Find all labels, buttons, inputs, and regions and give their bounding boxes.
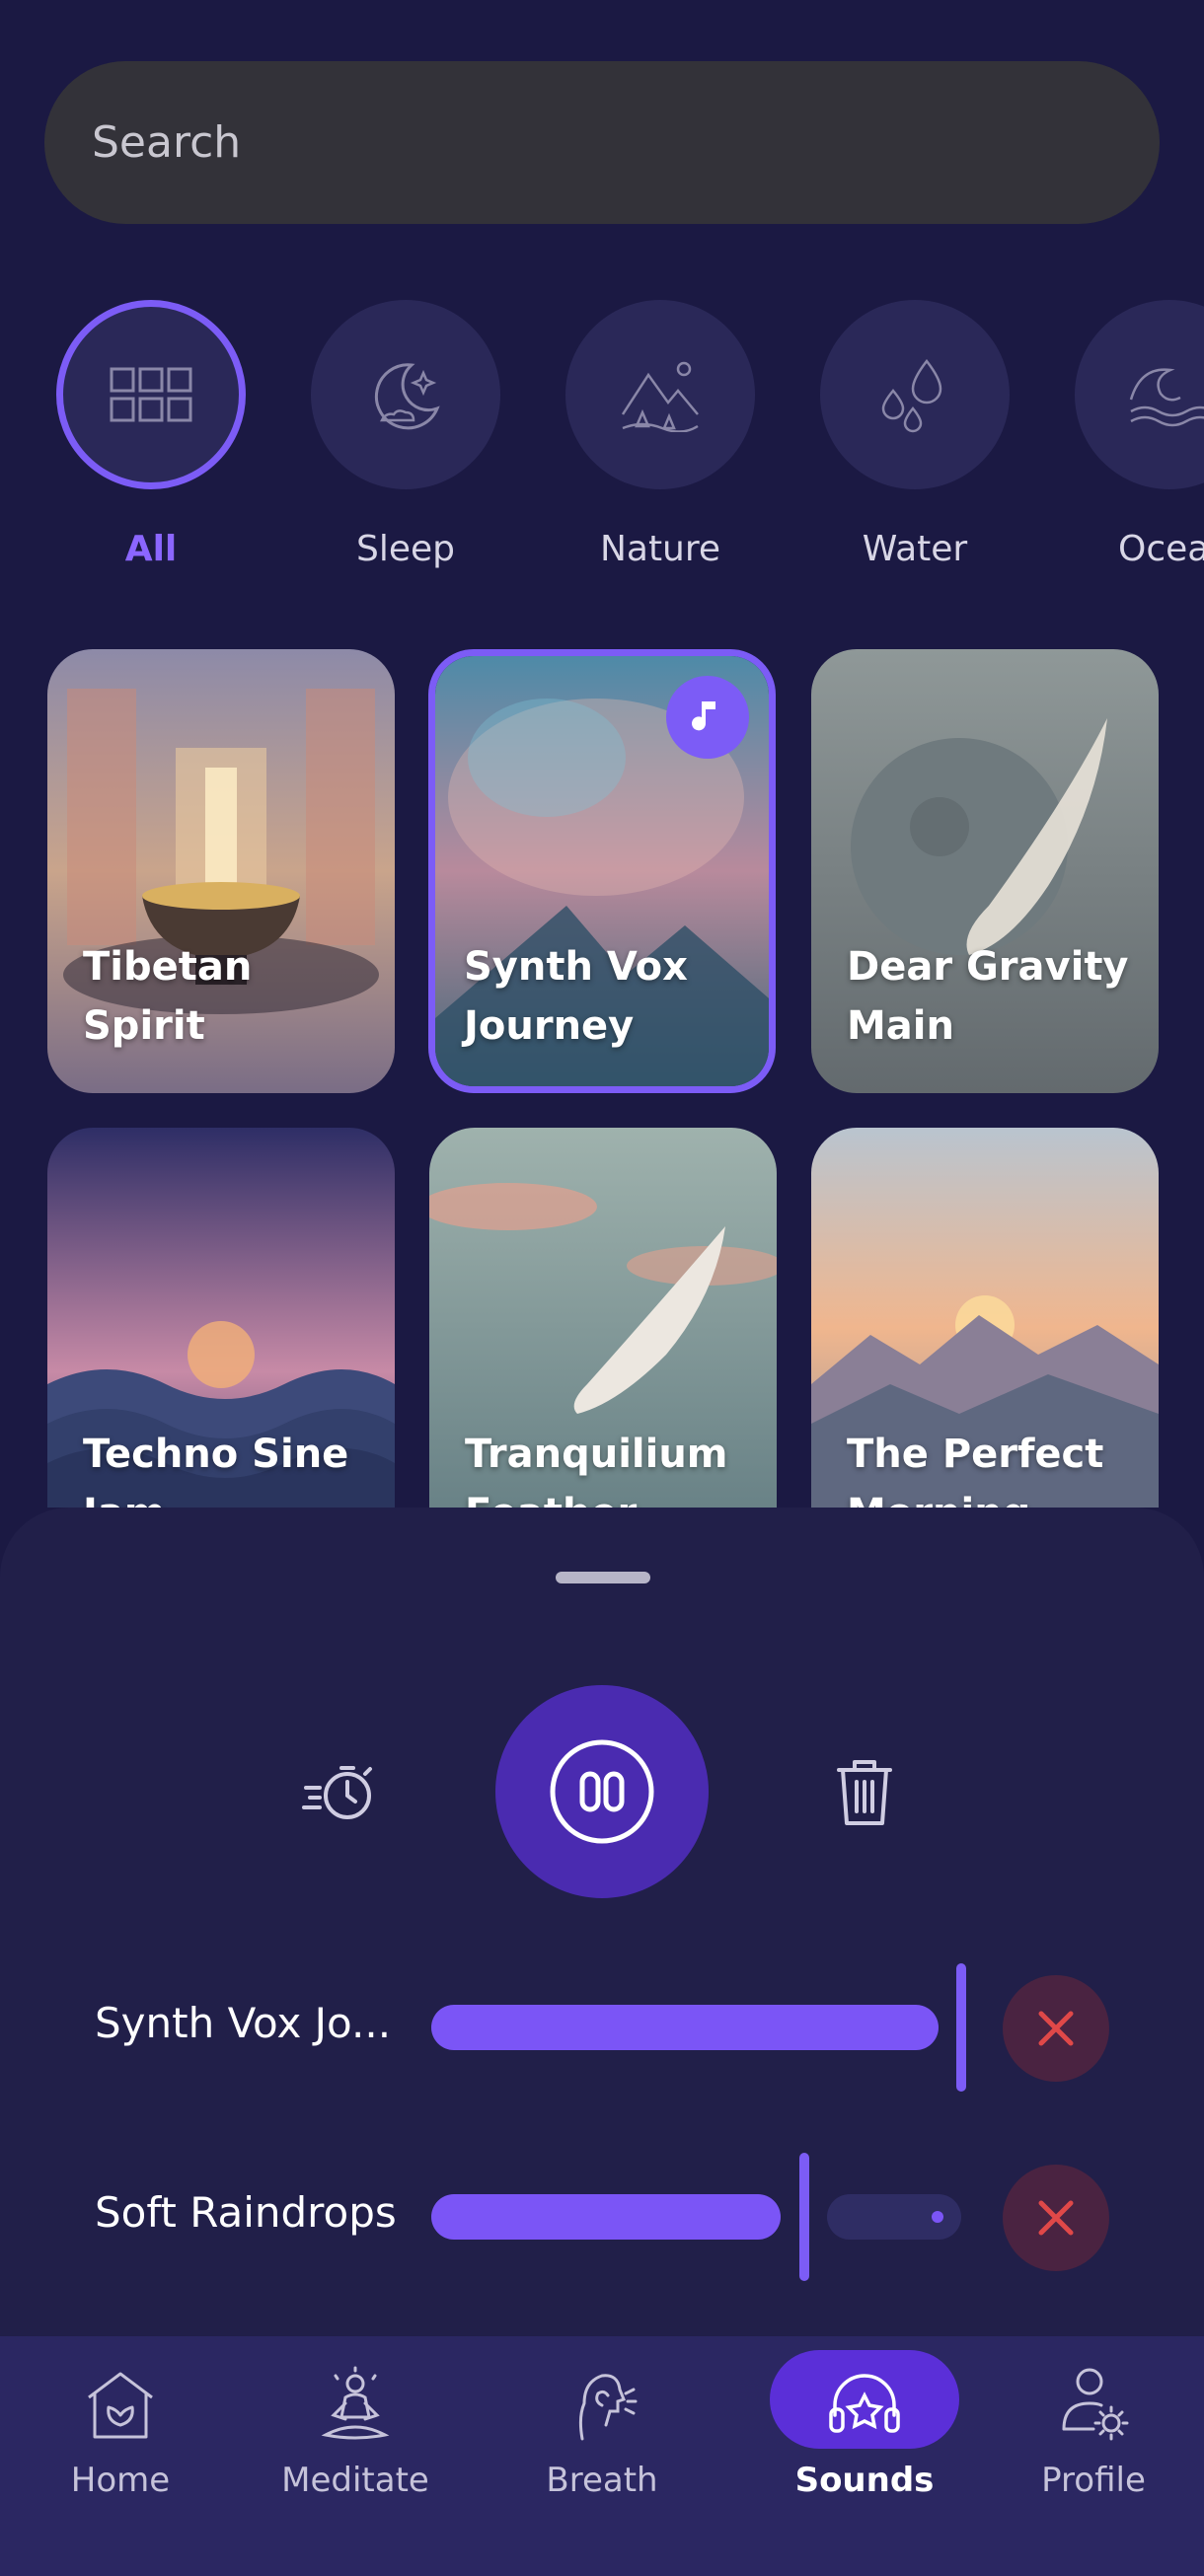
- nav-profile[interactable]: Profile: [973, 2336, 1204, 2576]
- nav-label: Breath: [546, 2461, 658, 2500]
- nav-breath[interactable]: Breath: [482, 2336, 722, 2576]
- breath-icon: [578, 2374, 638, 2441]
- meditate-icon: [321, 2366, 390, 2440]
- nav-label: Profile: [1041, 2461, 1146, 2500]
- card-title: Tibetan Spirit: [83, 944, 253, 1049]
- nav-icon-wrap: [71, 2356, 170, 2455]
- card-title: Tranquilium Feather: [465, 1432, 728, 1508]
- wave-icon: [1129, 368, 1204, 427]
- mountains-icon: [621, 361, 699, 432]
- category-all[interactable]: All: [52, 296, 250, 569]
- headphones-icon: [829, 2374, 900, 2433]
- nav-icon-wrap: [815, 2356, 914, 2455]
- nav-icon-wrap: [553, 2356, 651, 2455]
- sound-card[interactable]: The Perfect Morning: [811, 1128, 1159, 1508]
- bottom-nav: Home Meditate Breath Sounds Profile: [0, 2336, 1204, 2576]
- now-playing-badge: [666, 676, 749, 759]
- category-all-circle[interactable]: [56, 300, 246, 489]
- volume-slider-track-2[interactable]: [431, 2194, 781, 2240]
- category-water[interactable]: Water: [816, 296, 1014, 569]
- nav-icon-wrap: [306, 2356, 405, 2455]
- pause-icon: [550, 1739, 654, 1844]
- category-nature-circle[interactable]: [565, 300, 755, 489]
- home-icon: [88, 2372, 153, 2439]
- sound-card[interactable]: Dear Gravity Main: [811, 649, 1159, 1093]
- water-drops-icon: [881, 358, 942, 433]
- delete-mix-button[interactable]: [819, 1746, 910, 1837]
- category-ocean-circle[interactable]: [1075, 300, 1204, 489]
- nav-home[interactable]: Home: [0, 2336, 241, 2576]
- search-bar[interactable]: [44, 61, 1160, 224]
- remove-track-button[interactable]: [1003, 2165, 1109, 2271]
- moon-stars-icon: [374, 363, 440, 430]
- volume-slider-remaining-2[interactable]: [827, 2194, 961, 2240]
- sound-card-selected[interactable]: Synth Vox Journey: [428, 649, 776, 1093]
- card-title: Dear Gravity Main: [847, 944, 1129, 1049]
- card-title: The Perfect Morning: [847, 1432, 1104, 1508]
- category-label: Water: [862, 529, 968, 569]
- category-sleep[interactable]: Sleep: [307, 296, 504, 569]
- category-water-circle[interactable]: [820, 300, 1010, 489]
- nav-label: Meditate: [281, 2461, 429, 2500]
- pause-button[interactable]: [495, 1685, 709, 1898]
- category-sleep-circle[interactable]: [311, 300, 500, 489]
- search-input[interactable]: [92, 117, 1160, 168]
- category-ocean[interactable]: Ocea: [1071, 296, 1204, 569]
- profile-settings-icon: [1062, 2368, 1129, 2441]
- card-title: Techno Sine Jam: [83, 1432, 349, 1508]
- volume-slider-track-1[interactable]: [431, 2005, 939, 2050]
- category-nature[interactable]: Nature: [562, 296, 759, 569]
- sound-card[interactable]: Tranquilium Feather: [429, 1128, 777, 1508]
- nav-label: Home: [70, 2461, 171, 2500]
- card-title: Synth Vox Journey: [464, 944, 688, 1049]
- sound-card[interactable]: Tibetan Spirit: [47, 649, 395, 1093]
- timer-icon: [302, 1766, 372, 1819]
- volume-slider-thumb-1[interactable]: [956, 1963, 966, 2092]
- nav-meditate[interactable]: Meditate: [235, 2336, 476, 2576]
- category-label: Sleep: [355, 529, 455, 569]
- nav-icon-wrap: [1044, 2356, 1143, 2455]
- music-note-icon: [692, 701, 715, 731]
- grid-icon: [110, 367, 192, 422]
- volume-slider-thumb-2[interactable]: [799, 2153, 809, 2281]
- category-label: All: [124, 529, 178, 569]
- mix-track-label: Soft Raindrops: [95, 2188, 397, 2237]
- close-icon: [1038, 2200, 1074, 2236]
- remove-track-button[interactable]: [1003, 1975, 1109, 2082]
- nav-label: Sounds: [794, 2461, 935, 2500]
- mix-track-label: Synth Vox Jo...: [95, 1999, 392, 2047]
- sound-card[interactable]: Techno Sine Jam: [47, 1128, 395, 1508]
- category-row: All Sleep Nature Water Ocea: [0, 296, 1204, 592]
- close-icon: [1038, 2011, 1074, 2046]
- trash-icon: [837, 1760, 892, 1825]
- slider-end-dot: [932, 2211, 943, 2223]
- timer-button[interactable]: [296, 1746, 387, 1837]
- category-label: Nature: [599, 529, 721, 569]
- sheet-drag-handle[interactable]: [556, 1572, 650, 1583]
- category-label: Ocea: [1118, 529, 1204, 569]
- nav-sounds[interactable]: Sounds: [730, 2336, 971, 2576]
